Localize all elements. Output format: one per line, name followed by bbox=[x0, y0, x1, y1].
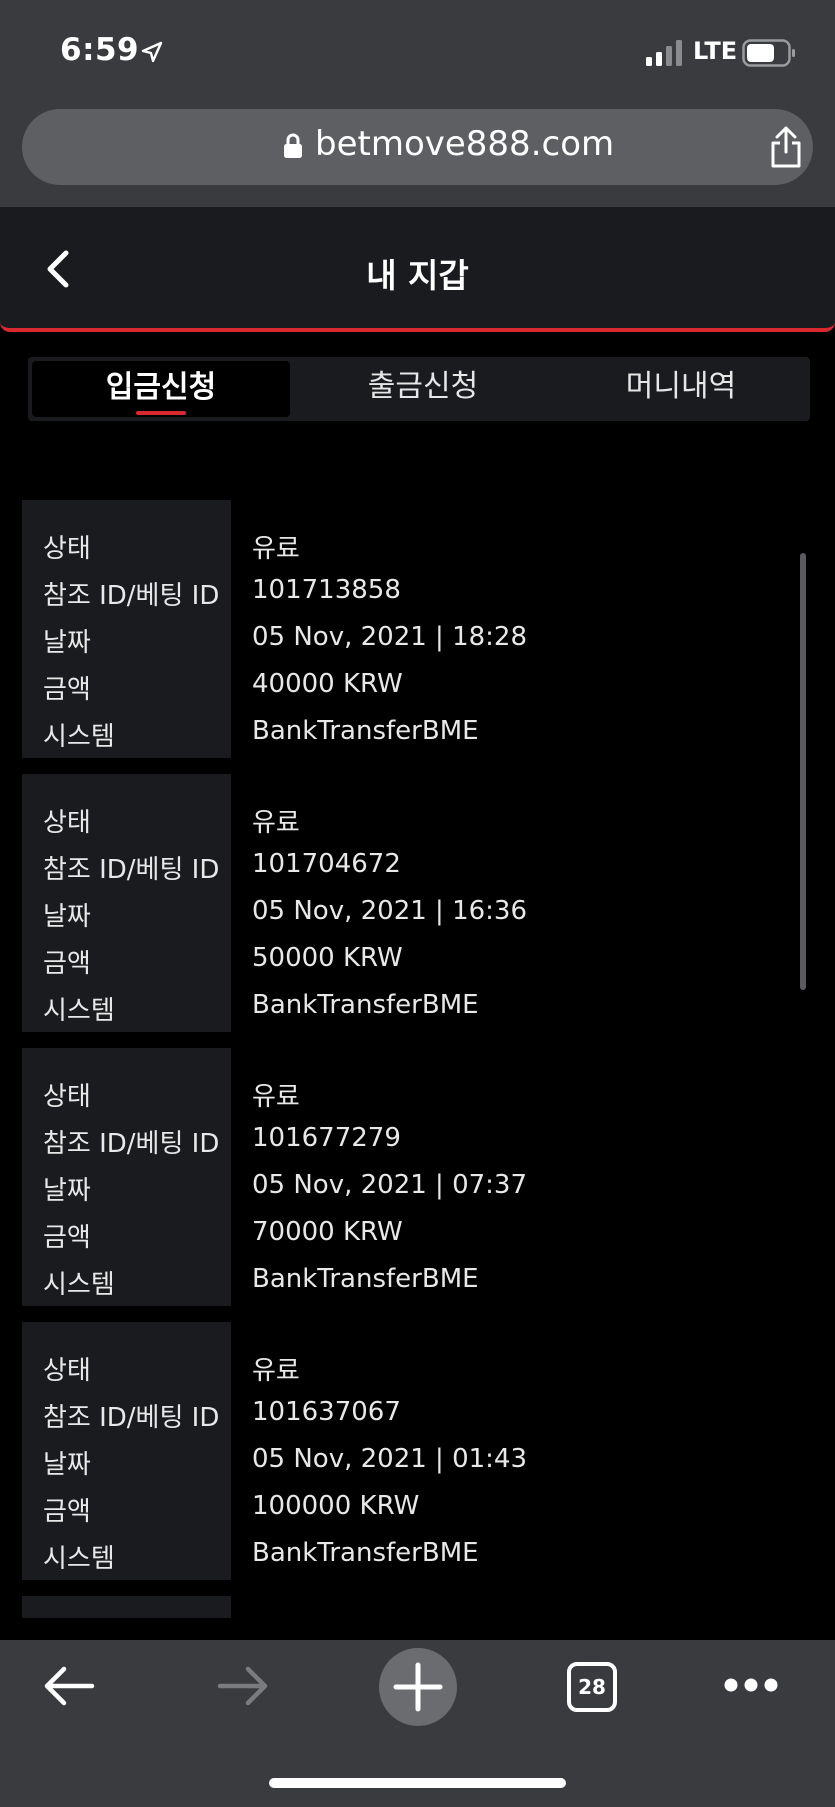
amount-value: 50000 KRW bbox=[252, 943, 403, 973]
system-label: 시스템 bbox=[43, 1270, 115, 1300]
date-label: 날짜 bbox=[43, 1450, 91, 1480]
date-label: 날짜 bbox=[43, 902, 91, 932]
ref-id-value: 101637067 bbox=[252, 1397, 401, 1427]
battery-icon bbox=[742, 39, 795, 67]
status-value: 유료 bbox=[252, 534, 300, 564]
date-value: 05 Nov, 2021 | 01:43 bbox=[252, 1444, 528, 1474]
transaction-card: 상태 유료 참조 ID/베팅 ID 101704672 날짜 05 Nov, 2… bbox=[22, 774, 802, 1032]
more-icon[interactable] bbox=[722, 1676, 780, 1694]
tab-deposit-request[interactable]: 입금신청 bbox=[32, 361, 290, 417]
ref-id-value: 101677279 bbox=[252, 1123, 401, 1153]
ref-id-label: 참조 ID/베팅 ID bbox=[43, 1129, 220, 1159]
plus-icon bbox=[393, 1662, 443, 1712]
system-value: BankTransferBME bbox=[252, 1264, 479, 1294]
date-label: 날짜 bbox=[43, 1176, 91, 1206]
ref-id-label: 참조 ID/베팅 ID bbox=[43, 855, 220, 885]
transaction-card: 상태 유료 참조 ID/베팅 ID 101637067 날짜 05 Nov, 2… bbox=[22, 1322, 802, 1580]
page-title: 내 지갑 bbox=[366, 256, 469, 295]
system-label: 시스템 bbox=[43, 722, 115, 752]
browser-top-bar: 6:59 LTE betmove888.com bbox=[0, 0, 835, 207]
status-label: 상태 bbox=[43, 1082, 91, 1112]
system-value: BankTransferBME bbox=[252, 990, 479, 1020]
page-header: 내 지갑 bbox=[0, 207, 835, 332]
back-arrow-icon[interactable] bbox=[42, 1664, 96, 1708]
status-label: 상태 bbox=[43, 1356, 91, 1386]
amount-label: 금액 bbox=[43, 1497, 91, 1527]
scrollbar[interactable] bbox=[800, 553, 806, 990]
lock-icon bbox=[284, 133, 302, 158]
status-value: 유료 bbox=[252, 1356, 300, 1386]
tab-label: 머니내역 bbox=[625, 369, 737, 404]
home-indicator[interactable] bbox=[269, 1778, 566, 1788]
transaction-card: 상태 유료 참조 ID/베팅 ID 101677279 날짜 05 Nov, 2… bbox=[22, 1048, 802, 1306]
amount-value: 40000 KRW bbox=[252, 669, 403, 699]
amount-value: 100000 KRW bbox=[252, 1491, 420, 1521]
url-text[interactable]: betmove888.com bbox=[315, 124, 614, 164]
ref-id-label: 참조 ID/베팅 ID bbox=[43, 1403, 220, 1433]
status-value: 유료 bbox=[252, 808, 300, 838]
amount-label: 금액 bbox=[43, 1223, 91, 1253]
system-label: 시스템 bbox=[43, 1544, 115, 1574]
transaction-card: 상태 유료 참조 ID/베팅 ID 101713858 날짜 05 Nov, 2… bbox=[22, 500, 802, 758]
amount-label: 금액 bbox=[43, 949, 91, 979]
ref-id-label: 참조 ID/베팅 ID bbox=[43, 581, 220, 611]
location-arrow-icon bbox=[141, 41, 163, 63]
date-label: 날짜 bbox=[43, 628, 91, 658]
tab-label: 출금신청 bbox=[367, 369, 479, 404]
system-value: BankTransferBME bbox=[252, 716, 479, 746]
tab-withdraw-request[interactable]: 출금신청 bbox=[294, 357, 552, 421]
status-label: 상태 bbox=[43, 534, 91, 564]
amount-value: 70000 KRW bbox=[252, 1217, 403, 1247]
label-column bbox=[22, 1596, 231, 1618]
ref-id-value: 101713858 bbox=[252, 575, 401, 605]
active-tab-indicator bbox=[136, 411, 186, 415]
tab-bar: 입금신청 출금신청 머니내역 bbox=[28, 357, 810, 421]
share-icon[interactable] bbox=[766, 125, 806, 169]
status-time: 6:59 bbox=[60, 32, 140, 68]
date-value: 05 Nov, 2021 | 18:28 bbox=[252, 622, 528, 652]
cellular-signal-icon bbox=[646, 40, 682, 66]
date-value: 05 Nov, 2021 | 16:36 bbox=[252, 896, 528, 926]
system-label: 시스템 bbox=[43, 996, 115, 1026]
date-value: 05 Nov, 2021 | 07:37 bbox=[252, 1170, 528, 1200]
tab-money-history[interactable]: 머니내역 bbox=[552, 357, 810, 421]
address-bar[interactable]: betmove888.com bbox=[22, 109, 813, 185]
forward-arrow-icon bbox=[217, 1666, 268, 1706]
amount-label: 금액 bbox=[43, 675, 91, 705]
new-tab-button[interactable] bbox=[379, 1648, 457, 1726]
ref-id-value: 101704672 bbox=[252, 849, 401, 879]
tabs-icon[interactable]: 28 bbox=[567, 1662, 617, 1712]
transaction-list: 상태 유료 참조 ID/베팅 ID 101713858 날짜 05 Nov, 2… bbox=[22, 500, 802, 1618]
status-value: 유료 bbox=[252, 1082, 300, 1112]
status-label: 상태 bbox=[43, 808, 91, 838]
network-type: LTE bbox=[693, 37, 738, 65]
tab-label: 입금신청 bbox=[105, 370, 217, 405]
system-value: BankTransferBME bbox=[252, 1538, 479, 1568]
transaction-card-partial bbox=[22, 1596, 802, 1618]
